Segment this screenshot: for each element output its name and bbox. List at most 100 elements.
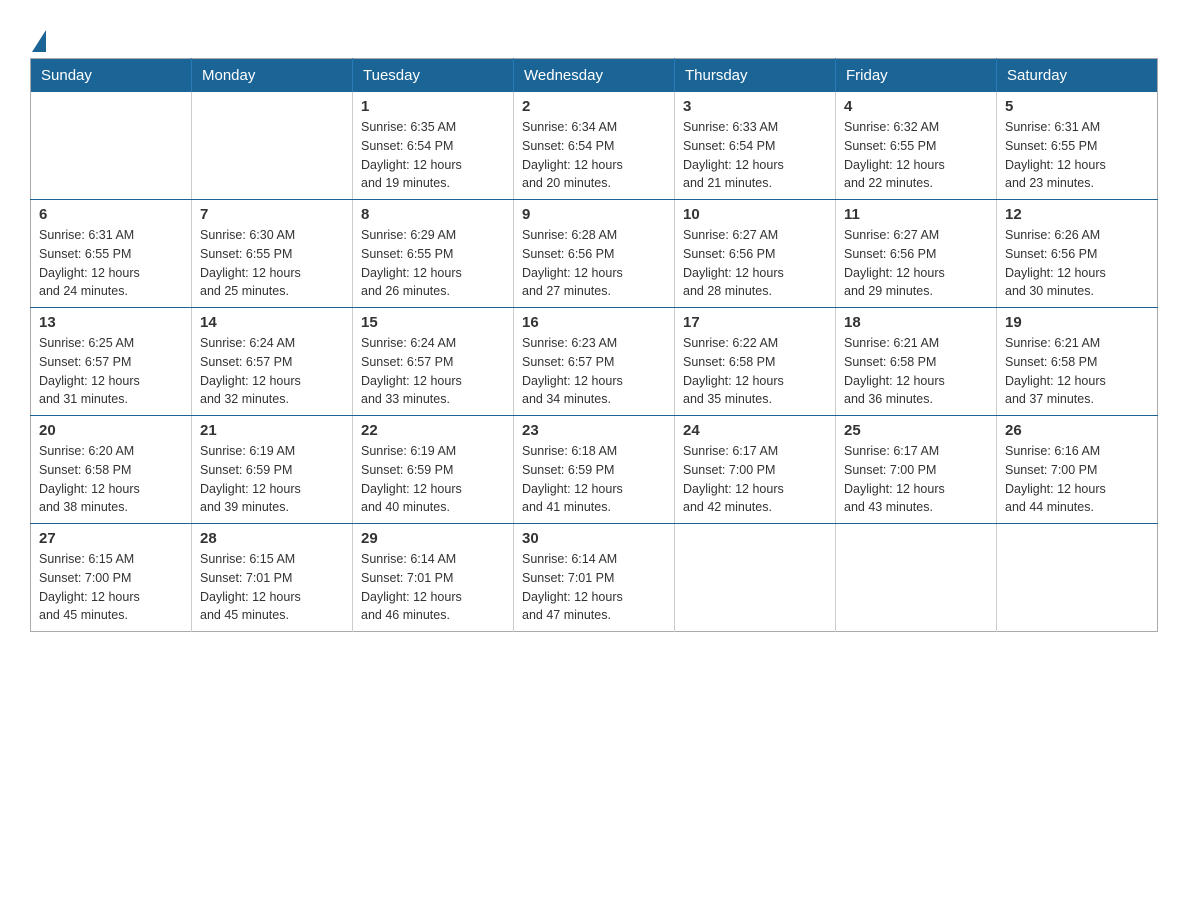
day-number: 15 [361,314,505,331]
day-number: 6 [39,206,183,223]
calendar-cell: 20 Sunrise: 6:20 AM Sunset: 6:58 PM Dayli… [31,416,192,524]
calendar-cell: 5 Sunrise: 6:31 AM Sunset: 6:55 PM Daylig… [997,92,1158,200]
day-info: Sunrise: 6:19 AM Sunset: 6:59 PM Dayligh… [200,442,344,517]
weekday-header-monday: Monday [192,59,353,93]
weekday-header-friday: Friday [836,59,997,93]
calendar-cell: 24 Sunrise: 6:17 AM Sunset: 7:00 PM Dayli… [675,416,836,524]
day-number: 7 [200,206,344,223]
day-number: 30 [522,530,666,547]
calendar-cell: 2 Sunrise: 6:34 AM Sunset: 6:54 PM Daylig… [514,92,675,200]
weekday-header-thursday: Thursday [675,59,836,93]
day-info: Sunrise: 6:27 AM Sunset: 6:56 PM Dayligh… [844,226,988,301]
day-info: Sunrise: 6:34 AM Sunset: 6:54 PM Dayligh… [522,118,666,193]
day-info: Sunrise: 6:18 AM Sunset: 6:59 PM Dayligh… [522,442,666,517]
calendar-cell [192,92,353,200]
day-number: 3 [683,98,827,115]
day-number: 26 [1005,422,1149,439]
day-info: Sunrise: 6:20 AM Sunset: 6:58 PM Dayligh… [39,442,183,517]
day-info: Sunrise: 6:27 AM Sunset: 6:56 PM Dayligh… [683,226,827,301]
calendar-cell [997,524,1158,632]
calendar-cell: 21Sunrise: 6:19 AM Sunset: 6:59 PM Dayli… [192,416,353,524]
day-number: 2 [522,98,666,115]
day-info: Sunrise: 6:31 AM Sunset: 6:55 PM Dayligh… [39,226,183,301]
weekday-header-saturday: Saturday [997,59,1158,93]
day-number: 10 [683,206,827,223]
day-number: 29 [361,530,505,547]
day-number: 9 [522,206,666,223]
day-info: Sunrise: 6:31 AM Sunset: 6:55 PM Dayligh… [1005,118,1149,193]
calendar-cell: 22 Sunrise: 6:19 AM Sunset: 6:59 PM Dayli… [353,416,514,524]
day-info: Sunrise: 6:15 AM Sunset: 7:00 PM Dayligh… [39,550,183,625]
calendar-cell: 8 Sunrise: 6:29 AM Sunset: 6:55 PM Daylig… [353,200,514,308]
calendar-cell: 6 Sunrise: 6:31 AM Sunset: 6:55 PM Daylig… [31,200,192,308]
calendar-cell [31,92,192,200]
day-number: 1 [361,98,505,115]
day-info: Sunrise: 6:35 AM Sunset: 6:54 PM Dayligh… [361,118,505,193]
weekday-header-tuesday: Tuesday [353,59,514,93]
day-number: 14 [200,314,344,331]
day-info: Sunrise: 6:25 AM Sunset: 6:57 PM Dayligh… [39,334,183,409]
day-info: Sunrise: 6:26 AM Sunset: 6:56 PM Dayligh… [1005,226,1149,301]
calendar-cell [675,524,836,632]
day-info: Sunrise: 6:15 AM Sunset: 7:01 PM Dayligh… [200,550,344,625]
day-info: Sunrise: 6:14 AM Sunset: 7:01 PM Dayligh… [522,550,666,625]
calendar-cell: 3 Sunrise: 6:33 AM Sunset: 6:54 PM Daylig… [675,92,836,200]
calendar-week-row: 6 Sunrise: 6:31 AM Sunset: 6:55 PM Daylig… [31,200,1158,308]
calendar-cell: 12 Sunrise: 6:26 AM Sunset: 6:56 PM Dayli… [997,200,1158,308]
day-number: 25 [844,422,988,439]
calendar-header-row: SundayMondayTuesdayWednesdayThursdayFrid… [31,59,1158,93]
day-number: 13 [39,314,183,331]
day-info: Sunrise: 6:30 AM Sunset: 6:55 PM Dayligh… [200,226,344,301]
calendar-cell: 25 Sunrise: 6:17 AM Sunset: 7:00 PM Dayli… [836,416,997,524]
day-info: Sunrise: 6:17 AM Sunset: 7:00 PM Dayligh… [683,442,827,517]
day-number: 4 [844,98,988,115]
day-number: 20 [39,422,183,439]
calendar-cell: 18 Sunrise: 6:21 AM Sunset: 6:58 PM Dayli… [836,308,997,416]
calendar-week-row: 27 Sunrise: 6:15 AM Sunset: 7:00 PM Dayli… [31,524,1158,632]
weekday-header-sunday: Sunday [31,59,192,93]
day-number: 12 [1005,206,1149,223]
day-info: Sunrise: 6:22 AM Sunset: 6:58 PM Dayligh… [683,334,827,409]
day-number: 28 [200,530,344,547]
day-info: Sunrise: 6:33 AM Sunset: 6:54 PM Dayligh… [683,118,827,193]
calendar-cell: 13 Sunrise: 6:25 AM Sunset: 6:57 PM Dayli… [31,308,192,416]
calendar-cell: 1 Sunrise: 6:35 AM Sunset: 6:54 PM Daylig… [353,92,514,200]
calendar-table: SundayMondayTuesdayWednesdayThursdayFrid… [30,58,1158,632]
logo-triangle-icon [32,30,46,52]
day-number: 22 [361,422,505,439]
day-number: 8 [361,206,505,223]
calendar-week-row: 13 Sunrise: 6:25 AM Sunset: 6:57 PM Dayli… [31,308,1158,416]
day-info: Sunrise: 6:16 AM Sunset: 7:00 PM Dayligh… [1005,442,1149,517]
day-number: 24 [683,422,827,439]
calendar-cell: 17 Sunrise: 6:22 AM Sunset: 6:58 PM Dayli… [675,308,836,416]
day-number: 27 [39,530,183,547]
calendar-cell: 29Sunrise: 6:14 AM Sunset: 7:01 PM Dayli… [353,524,514,632]
weekday-header-wednesday: Wednesday [514,59,675,93]
day-info: Sunrise: 6:24 AM Sunset: 6:57 PM Dayligh… [361,334,505,409]
day-number: 16 [522,314,666,331]
day-info: Sunrise: 6:19 AM Sunset: 6:59 PM Dayligh… [361,442,505,517]
calendar-cell: 19Sunrise: 6:21 AM Sunset: 6:58 PM Dayli… [997,308,1158,416]
day-number: 18 [844,314,988,331]
day-info: Sunrise: 6:17 AM Sunset: 7:00 PM Dayligh… [844,442,988,517]
calendar-cell: 15 Sunrise: 6:24 AM Sunset: 6:57 PM Dayli… [353,308,514,416]
day-info: Sunrise: 6:21 AM Sunset: 6:58 PM Dayligh… [844,334,988,409]
day-number: 5 [1005,98,1149,115]
calendar-cell: 23Sunrise: 6:18 AM Sunset: 6:59 PM Dayli… [514,416,675,524]
day-info: Sunrise: 6:21 AM Sunset: 6:58 PM Dayligh… [1005,334,1149,409]
calendar-cell: 16Sunrise: 6:23 AM Sunset: 6:57 PM Dayli… [514,308,675,416]
calendar-week-row: 1 Sunrise: 6:35 AM Sunset: 6:54 PM Daylig… [31,92,1158,200]
day-info: Sunrise: 6:24 AM Sunset: 6:57 PM Dayligh… [200,334,344,409]
calendar-cell: 4Sunrise: 6:32 AM Sunset: 6:55 PM Daylig… [836,92,997,200]
calendar-cell: 14 Sunrise: 6:24 AM Sunset: 6:57 PM Dayli… [192,308,353,416]
day-info: Sunrise: 6:29 AM Sunset: 6:55 PM Dayligh… [361,226,505,301]
day-number: 17 [683,314,827,331]
calendar-cell: 26 Sunrise: 6:16 AM Sunset: 7:00 PM Dayli… [997,416,1158,524]
day-info: Sunrise: 6:28 AM Sunset: 6:56 PM Dayligh… [522,226,666,301]
calendar-cell: 30 Sunrise: 6:14 AM Sunset: 7:01 PM Dayli… [514,524,675,632]
page-header [30,20,1158,52]
calendar-cell: 27 Sunrise: 6:15 AM Sunset: 7:00 PM Dayli… [31,524,192,632]
calendar-week-row: 20 Sunrise: 6:20 AM Sunset: 6:58 PM Dayli… [31,416,1158,524]
calendar-cell: 11Sunrise: 6:27 AM Sunset: 6:56 PM Dayli… [836,200,997,308]
calendar-cell: 28 Sunrise: 6:15 AM Sunset: 7:01 PM Dayli… [192,524,353,632]
